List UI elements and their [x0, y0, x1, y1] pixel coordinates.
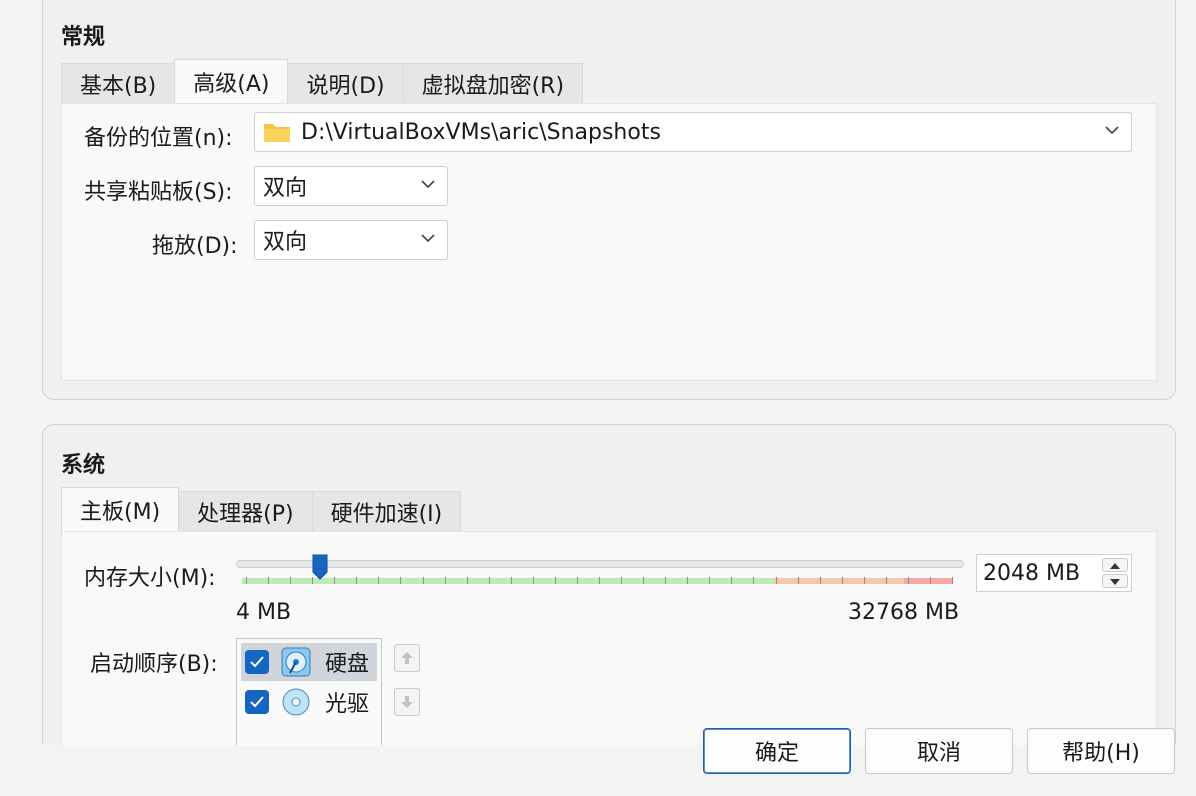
memory-slider-tick: [268, 577, 270, 584]
checkbox-checked[interactable]: [245, 690, 269, 714]
memory-slider-tick: [797, 577, 799, 584]
memory-slider-tick: [532, 577, 534, 584]
advanced-panel: 备份的位置(n): D:\VirtualBoxVMs\aric\Snapshot…: [61, 103, 1157, 381]
tab-motherboard[interactable]: 主板(M): [61, 487, 180, 531]
general-tabbar: 基本(B) 高级(A) 说明(D) 虚拟盘加密(R): [61, 59, 584, 103]
cancel-button[interactable]: 取消: [865, 728, 1013, 774]
snapshot-folder-value: D:\VirtualBoxVMs\aric\Snapshots: [301, 119, 661, 145]
memory-slider-tick: [819, 577, 821, 584]
arrow-down-icon: [401, 696, 413, 708]
drag-drop-select[interactable]: 双向: [254, 220, 448, 260]
ok-button[interactable]: 确定: [703, 728, 851, 774]
checkbox-checked[interactable]: [245, 650, 269, 674]
spin-up-button[interactable]: [1102, 558, 1128, 572]
boot-item-optical[interactable]: 光驱: [241, 683, 377, 721]
folder-icon: [264, 124, 290, 142]
memory-slider-tick: [665, 577, 667, 584]
memory-size-label: 内存大小(M):: [84, 566, 216, 591]
move-up-button[interactable]: [394, 644, 420, 672]
memory-slider-tick: [554, 577, 556, 584]
memory-slider-tick: [422, 577, 424, 584]
tab-advanced[interactable]: 高级(A): [174, 59, 289, 103]
memory-slider-tick: [356, 577, 358, 584]
memory-slider-tick: [643, 577, 645, 584]
memory-slider-track: [236, 560, 964, 568]
memory-slider-tick: [290, 577, 292, 584]
motherboard-panel: 内存大小(M): 2048 MB 4 MB 32768 MB 启动顺序(B): …: [61, 531, 1157, 745]
memory-slider[interactable]: [236, 552, 964, 592]
memory-slider-tick: [731, 577, 733, 584]
memory-slider-tick: [400, 577, 402, 584]
shared-clipboard-value: 双向: [263, 176, 308, 201]
move-down-button[interactable]: [394, 688, 420, 716]
chevron-down-icon: [421, 234, 435, 243]
hard-disk-icon: [281, 647, 311, 677]
memory-slider-tick: [863, 577, 865, 584]
memory-slider-tick: [709, 577, 711, 584]
snapshot-folder-label: 备份的位置(n):: [84, 126, 233, 151]
chevron-down-icon: [421, 180, 435, 189]
boot-item-hdd[interactable]: 硬盘: [241, 643, 377, 681]
general-group-title: 常规: [61, 25, 106, 50]
shared-clipboard-label: 共享粘贴板(S):: [84, 180, 233, 205]
memory-max-label: 32768 MB: [848, 600, 960, 625]
memory-size-value: 2048 MB: [983, 560, 1081, 586]
memory-size-spinbox[interactable]: 2048 MB: [976, 554, 1132, 592]
system-tabbar: 主板(M) 处理器(P) 硬件加速(I): [61, 487, 462, 531]
memory-slider-tick: [334, 577, 336, 584]
memory-slider-tick: [929, 577, 931, 584]
memory-slider-tick: [599, 577, 600, 584]
drag-drop-label: 拖放(D):: [152, 234, 238, 259]
memory-slider-tick: [952, 577, 953, 584]
memory-slider-tick: [907, 577, 909, 584]
boot-item-label: 光驱: [325, 692, 370, 717]
help-button[interactable]: 帮助(H): [1027, 728, 1175, 774]
memory-slider-warn-band: [774, 578, 904, 584]
memory-slider-tick: [841, 577, 843, 584]
memory-slider-tick: [466, 577, 468, 584]
system-group: 系统 主板(M) 处理器(P) 硬件加速(I) 内存大小(M): 2048 MB: [42, 424, 1176, 745]
spin-down-button[interactable]: [1102, 574, 1128, 588]
tab-disk-encryption[interactable]: 虚拟盘加密(R): [402, 63, 584, 103]
memory-slider-tick: [488, 577, 490, 584]
memory-slider-tick: [444, 577, 446, 584]
arrow-up-icon: [401, 652, 413, 664]
boot-item-label: 硬盘: [325, 652, 370, 677]
memory-slider-tick: [510, 577, 512, 584]
memory-min-label: 4 MB: [236, 600, 292, 625]
tab-description[interactable]: 说明(D): [287, 63, 404, 103]
optical-disc-icon: [282, 688, 310, 716]
memory-slider-handle[interactable]: [312, 554, 328, 580]
shared-clipboard-select[interactable]: 双向: [254, 166, 448, 206]
memory-slider-tick: [378, 577, 380, 584]
memory-spin-buttons: [1102, 558, 1128, 588]
checkmark-icon: [250, 656, 264, 668]
memory-slider-tick: [775, 577, 777, 584]
system-group-title: 系统: [61, 453, 106, 478]
drag-drop-value: 双向: [263, 230, 308, 255]
memory-slider-tick: [687, 577, 689, 584]
boot-order-label: 启动顺序(B):: [90, 652, 218, 677]
boot-order-list[interactable]: 硬盘 光驱: [236, 638, 382, 745]
tab-basic[interactable]: 基本(B): [61, 63, 176, 103]
tab-acceleration[interactable]: 硬件加速(I): [311, 491, 462, 531]
general-group: 常规 基本(B) 高级(A) 说明(D) 虚拟盘加密(R) 备份的位置(n): …: [42, 0, 1176, 400]
memory-slider-tick: [576, 577, 578, 584]
snapshot-folder-select[interactable]: D:\VirtualBoxVMs\aric\Snapshots: [254, 112, 1132, 152]
memory-slider-danger-band: [904, 578, 952, 584]
memory-slider-tick: [753, 577, 755, 584]
checkmark-icon: [250, 696, 264, 708]
memory-slider-tick: [885, 577, 887, 584]
caret-up-icon: [1110, 563, 1120, 569]
chevron-down-icon: [1105, 126, 1119, 135]
caret-down-icon: [1110, 579, 1120, 585]
tab-processor[interactable]: 处理器(P): [178, 491, 313, 531]
memory-slider-tick: [621, 577, 623, 584]
memory-slider-tick: [246, 577, 247, 584]
